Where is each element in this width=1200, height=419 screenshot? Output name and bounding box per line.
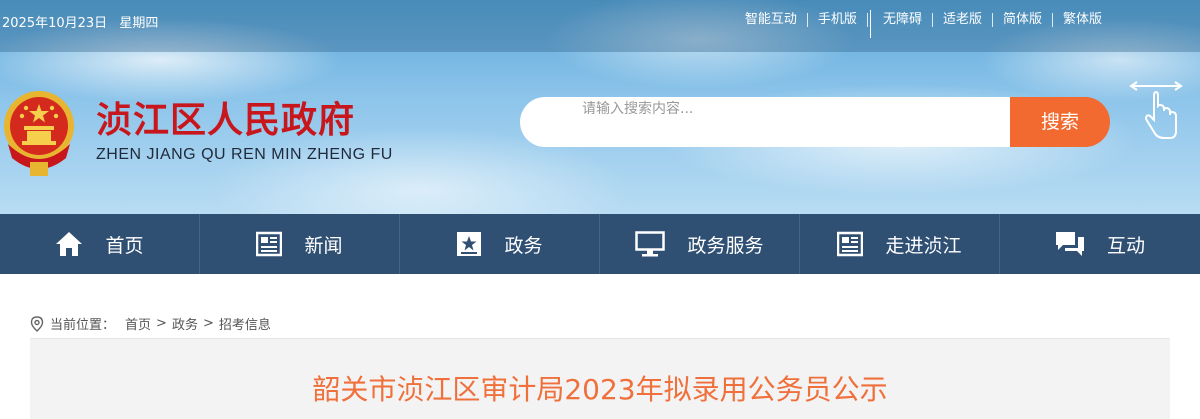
nav-label: 首页 [105, 234, 144, 257]
nav-home[interactable]: 首页 [0, 214, 200, 274]
link-smart-interaction[interactable]: 智能互动 [735, 13, 808, 27]
home-icon [56, 232, 83, 256]
search-input[interactable]: 请输入搜索内容... [520, 97, 1010, 147]
site-pinyin: ZHEN JIANG QU REN MIN ZHENG FU [96, 146, 393, 163]
nav-government-services[interactable]: 政务服务 [600, 214, 800, 274]
breadcrumb-separator: > [156, 316, 167, 331]
monitor-icon [635, 231, 666, 257]
nav-label: 走进浈江 [885, 234, 962, 257]
breadcrumb-government-affairs[interactable]: 政务 [172, 314, 198, 333]
swipe-gesture-icon[interactable] [1126, 76, 1186, 146]
divider [869, 10, 871, 38]
search-button[interactable]: 搜索 [1010, 97, 1110, 147]
top-bar: 2025年10月23日 星期四 智能互动 手机版 无障碍 适老版 简体版 繁体版 [0, 0, 1200, 52]
newspaper-icon [256, 231, 283, 257]
location-pin-icon [30, 315, 44, 332]
breadcrumb-recruitment[interactable]: 招考信息 [219, 314, 271, 333]
weekday-text: 星期四 [119, 16, 159, 31]
breadcrumb-separator: > [202, 316, 214, 331]
nav-label: 新闻 [304, 234, 343, 257]
nav-news[interactable]: 新闻 [200, 214, 400, 274]
article-container: 韶关市浈江区审计局2023年拟录用公务员公示 [30, 338, 1170, 419]
site-title: 浈江区人民政府 [96, 99, 356, 141]
link-traditional[interactable]: 繁体版 [1053, 13, 1112, 27]
link-simplified[interactable]: 简体版 [993, 13, 1053, 27]
breadcrumb-label: 当前位置： [50, 318, 116, 333]
national-emblem-icon[interactable] [2, 84, 76, 182]
nav-label: 政务服务 [687, 234, 764, 257]
link-accessibility[interactable]: 无障碍 [873, 13, 933, 27]
date-text: 2025年10月23日 [2, 16, 108, 31]
date-display: 2025年10月23日 星期四 [2, 12, 166, 31]
nav-label: 互动 [1106, 234, 1145, 257]
nav-government-affairs[interactable]: 政务 [400, 214, 600, 274]
nav-label: 政务 [504, 234, 543, 257]
nav-about-zhenjiang[interactable]: 走进浈江 [800, 214, 1000, 274]
link-mobile[interactable]: 手机版 [808, 13, 868, 27]
newspaper-icon [837, 231, 864, 257]
article-title: 韶关市浈江区审计局2023年拟录用公务员公示 [312, 373, 888, 406]
nav-interaction[interactable]: 互动 [1000, 214, 1200, 274]
main-nav: 首页 新闻 政务 政务服务 走进浈江 互动 [0, 214, 1200, 274]
breadcrumb-home[interactable]: 首页 [125, 314, 151, 333]
star-badge-icon [457, 232, 482, 256]
top-links: 智能互动 手机版 无障碍 适老版 简体版 繁体版 [735, 10, 1112, 38]
chat-icon [1055, 232, 1084, 256]
link-elderly[interactable]: 适老版 [933, 13, 993, 27]
breadcrumb: 当前位置： 首页 > 政务 > 招考信息 [30, 314, 271, 333]
search-placeholder: 请输入搜索内容... [582, 101, 694, 117]
